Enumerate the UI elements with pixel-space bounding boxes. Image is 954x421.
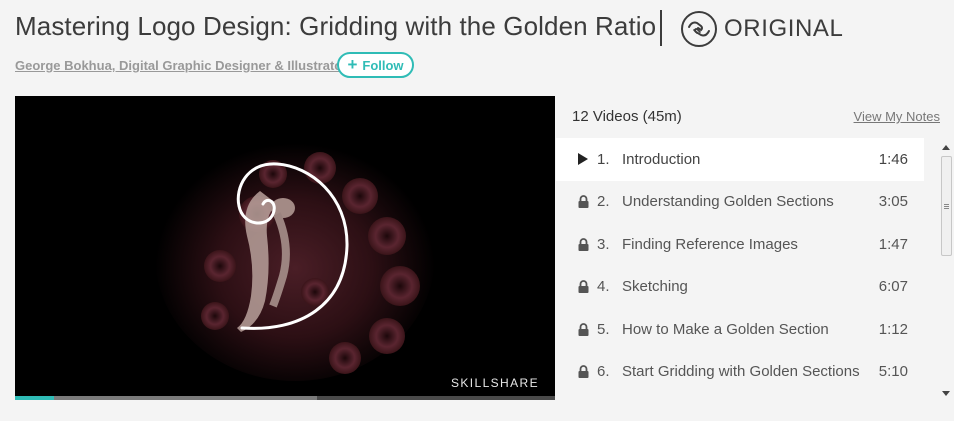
lesson-title: Finding Reference Images <box>622 235 798 253</box>
plus-icon: + <box>347 55 358 74</box>
lesson-title: Sketching <box>622 278 688 296</box>
lesson-item[interactable]: 3. Finding Reference Images 1:47 <box>556 223 924 266</box>
lesson-item[interactable]: 4. Sketching 6:07 <box>556 266 924 309</box>
playlist-header: 12 Videos (45m) View My Notes <box>572 108 940 125</box>
lesson-item[interactable]: 1. Introduction 1:46 <box>556 138 924 181</box>
scroll-down-icon[interactable] <box>941 388 951 398</box>
video-player[interactable]: SKILLSHARE <box>15 96 555 400</box>
author-link[interactable]: George Bokhua, Digital Graphic Designer … <box>15 58 347 73</box>
play-icon <box>574 153 592 166</box>
video-progress-bar[interactable] <box>15 396 54 400</box>
lesson-duration: 1:46 <box>878 150 908 168</box>
playlist-scrollbar[interactable] <box>938 138 954 400</box>
lesson-number: 6. <box>597 363 610 381</box>
view-notes-link[interactable]: View My Notes <box>854 109 940 124</box>
lesson-title: How to Make a Golden Section <box>622 320 829 338</box>
lock-icon <box>574 280 592 294</box>
skillshare-watermark: SKILLSHARE <box>450 376 539 390</box>
lesson-number: 1. <box>597 150 610 168</box>
lock-icon <box>574 322 592 336</box>
follow-button[interactable]: + Follow <box>337 52 414 78</box>
lesson-duration: 1:47 <box>878 235 908 253</box>
video-buffer-bar <box>15 396 318 400</box>
lesson-number: 3. <box>597 235 610 253</box>
lesson-item[interactable]: 5. How to Make a Golden Section 1:12 <box>556 308 924 351</box>
lesson-duration: 3:05 <box>878 193 908 211</box>
original-badge: ORIGINAL <box>681 11 844 47</box>
video-frame-image <box>15 96 555 400</box>
lesson-duration: 1:12 <box>878 320 908 338</box>
lock-icon <box>574 195 592 209</box>
lesson-list: 1. Introduction 1:46 2. Understanding Golden… <box>556 138 924 398</box>
lesson-duration: 5:10 <box>878 363 908 381</box>
follow-label: Follow <box>362 57 404 73</box>
lesson-duration: 6:07 <box>878 278 908 296</box>
handshake-icon <box>681 11 717 47</box>
video-count: 12 Videos (45m) <box>572 108 682 125</box>
scroll-up-icon[interactable] <box>941 142 951 152</box>
lesson-title: Start Gridding with Golden Sections <box>622 363 860 381</box>
page-title: Mastering Logo Design: Gridding with the… <box>15 11 657 41</box>
lock-icon <box>574 365 592 379</box>
lesson-title: Introduction <box>622 150 701 168</box>
lesson-number: 5. <box>597 320 610 338</box>
lock-icon <box>574 237 592 251</box>
lesson-number: 4. <box>597 278 610 296</box>
lesson-item[interactable]: 6. Start Gridding with Golden Sections 5:1… <box>556 351 924 394</box>
original-label: ORIGINAL <box>724 15 844 42</box>
lesson-number: 2. <box>597 193 610 211</box>
title-divider <box>660 10 662 46</box>
lesson-title: Understanding Golden Sections <box>622 193 834 211</box>
lesson-item[interactable]: 2. Understanding Golden Sections 3:05 <box>556 181 924 224</box>
scrollbar-thumb[interactable] <box>941 156 952 256</box>
